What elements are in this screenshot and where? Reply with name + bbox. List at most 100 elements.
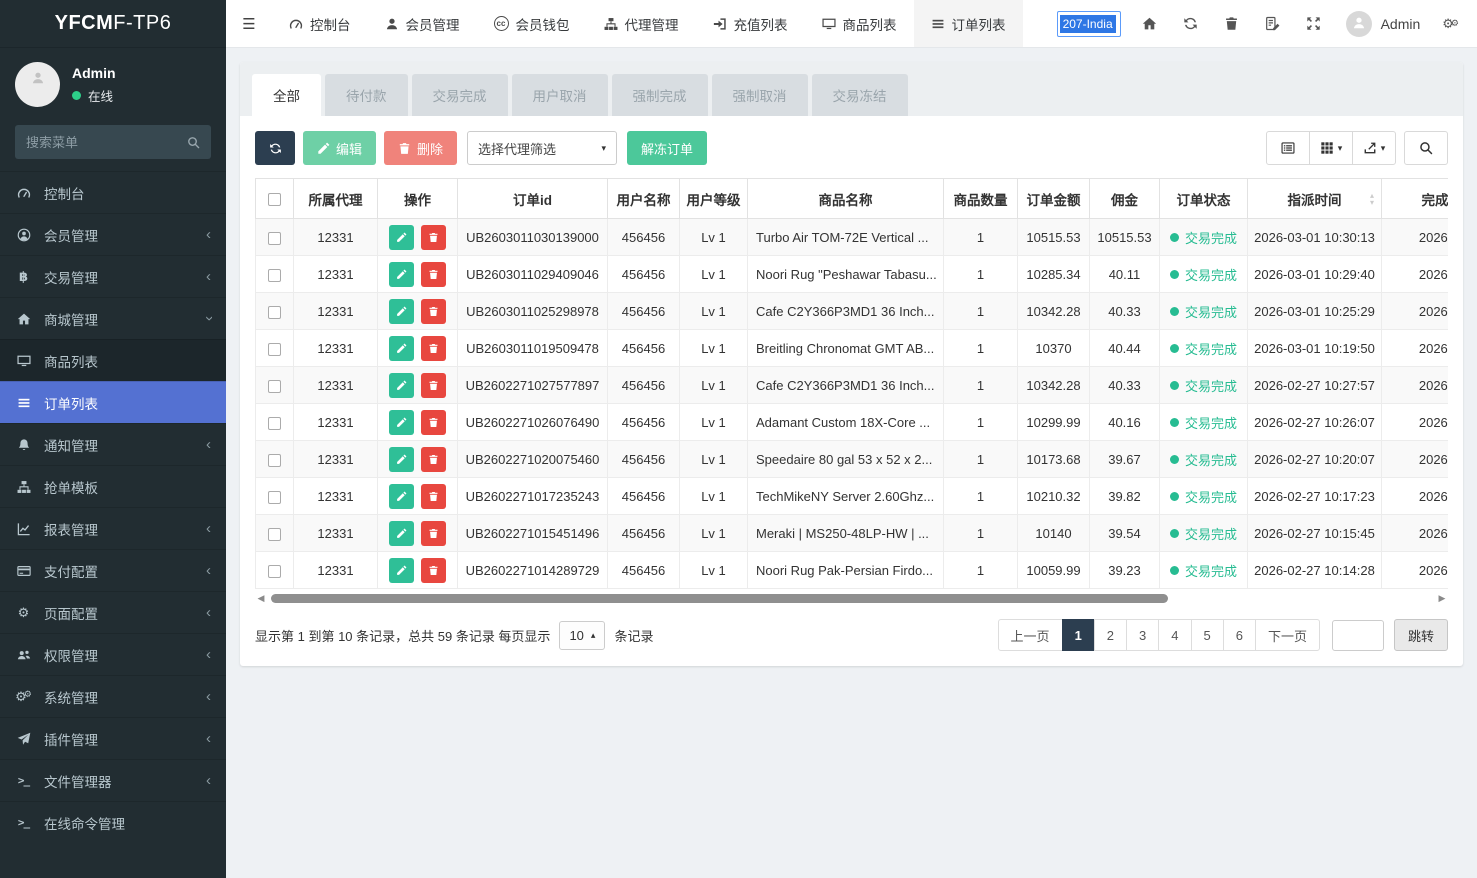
refresh-table-button[interactable]	[255, 131, 295, 165]
row-edit-button[interactable]	[389, 299, 414, 324]
tag-input[interactable]: 207-India	[1057, 11, 1121, 37]
row-checkbox[interactable]	[268, 491, 281, 504]
gears-icon-small: ⚙	[1451, 19, 1459, 28]
language-button[interactable]	[1252, 0, 1293, 47]
jump-page-input[interactable]	[1332, 620, 1384, 651]
row-checkbox[interactable]	[268, 232, 281, 245]
tab-frozen[interactable]: 交易冻结	[812, 74, 908, 116]
sidebar-item-product-list[interactable]: 商品列表	[0, 339, 226, 381]
hamburger-icon[interactable]: ☰	[226, 0, 272, 47]
page-button-1[interactable]: 1	[1062, 619, 1095, 651]
table-search-button[interactable]	[1404, 131, 1448, 165]
tab-user-cancel[interactable]: 用户取消	[512, 74, 608, 116]
page-next-button[interactable]: 下一页	[1255, 619, 1320, 651]
row-delete-button[interactable]	[421, 521, 446, 546]
row-delete-button[interactable]	[421, 225, 446, 250]
row-delete-button[interactable]	[421, 373, 446, 398]
sidebar-item-system[interactable]: ⚙⚙ 系统管理 ‹	[0, 675, 226, 717]
row-checkbox[interactable]	[268, 269, 281, 282]
row-edit-button[interactable]	[389, 336, 414, 361]
columns-button[interactable]: ▾	[1309, 131, 1353, 165]
topnav-item-member[interactable]: 会员管理	[368, 0, 477, 47]
tab-completed[interactable]: 交易完成	[412, 74, 508, 116]
sidebar-item-file-manager[interactable]: >_ 文件管理器 ‹	[0, 759, 226, 801]
sidebar-item-mall[interactable]: 商城管理 ‹	[0, 297, 226, 339]
row-edit-button[interactable]	[389, 373, 414, 398]
tab-force-complete[interactable]: 强制完成	[612, 74, 708, 116]
sidebar-item-grab-template[interactable]: 抢单模板	[0, 465, 226, 507]
row-delete-button[interactable]	[421, 558, 446, 583]
cell-actions	[378, 367, 458, 404]
agent-filter-select[interactable]: 选择代理筛选▾	[467, 131, 617, 165]
row-edit-button[interactable]	[389, 410, 414, 435]
detail-view-button[interactable]	[1266, 131, 1310, 165]
sidebar-item-dashboard[interactable]: 控制台	[0, 171, 226, 213]
row-delete-button[interactable]	[421, 410, 446, 435]
row-delete-button[interactable]	[421, 336, 446, 361]
tab-pending[interactable]: 待付款	[325, 74, 408, 116]
sidebar-item-online-command[interactable]: >_ 在线命令管理	[0, 801, 226, 843]
row-edit-button[interactable]	[389, 484, 414, 509]
row-edit-button[interactable]	[389, 262, 414, 287]
topnav-item-agent[interactable]: 代理管理	[587, 0, 696, 47]
row-checkbox[interactable]	[268, 454, 281, 467]
page-button-4[interactable]: 4	[1158, 619, 1191, 651]
refresh-button[interactable]	[1170, 0, 1211, 47]
unfreeze-order-button[interactable]: 解冻订单	[627, 131, 707, 165]
row-checkbox[interactable]	[268, 565, 281, 578]
settings-gears-button[interactable]: ⚙⚙	[1432, 0, 1477, 47]
topnav-item-product[interactable]: 商品列表	[805, 0, 914, 47]
export-button[interactable]: ▾	[1352, 131, 1396, 165]
row-checkbox[interactable]	[268, 343, 281, 356]
row-delete-button[interactable]	[421, 262, 446, 287]
edit-button[interactable]: 编辑	[303, 131, 376, 165]
row-delete-button[interactable]	[421, 299, 446, 324]
row-edit-button[interactable]	[389, 558, 414, 583]
scroll-left-arrow[interactable]: ◀	[255, 594, 267, 603]
page-button-5[interactable]: 5	[1191, 619, 1224, 651]
row-delete-button[interactable]	[421, 447, 446, 472]
admin-user-menu[interactable]: Admin	[1334, 0, 1433, 47]
sidebar-item-order-list[interactable]: 订单列表	[0, 381, 226, 423]
topnav-item-recharge[interactable]: 充值列表	[696, 0, 805, 47]
select-all-checkbox[interactable]	[268, 193, 281, 206]
page-button-6[interactable]: 6	[1223, 619, 1256, 651]
scrollbar-track[interactable]	[269, 594, 1434, 603]
topnav-item-dashboard[interactable]: 控制台	[272, 0, 368, 47]
jump-button[interactable]: 跳转	[1394, 619, 1448, 651]
fullscreen-button[interactable]	[1293, 0, 1334, 47]
sidebar-item-plugin[interactable]: 插件管理 ‹	[0, 717, 226, 759]
sidebar-item-notify[interactable]: 通知管理 ‹	[0, 423, 226, 465]
row-checkbox[interactable]	[268, 306, 281, 319]
tab-all[interactable]: 全部	[252, 74, 321, 116]
page-button-3[interactable]: 3	[1126, 619, 1159, 651]
page-size-select[interactable]: 10▴	[559, 621, 605, 650]
sidebar-item-page-config[interactable]: ⚙ 页面配置 ‹	[0, 591, 226, 633]
sidebar-item-permission[interactable]: 权限管理 ‹	[0, 633, 226, 675]
sidebar-item-report[interactable]: 报表管理 ‹	[0, 507, 226, 549]
page-button-2[interactable]: 2	[1094, 619, 1127, 651]
col-header-assign_time[interactable]: 指派时间▴▾	[1248, 179, 1382, 219]
row-delete-button[interactable]	[421, 484, 446, 509]
topnav-item-wallet[interactable]: cc 会员钱包	[477, 0, 587, 47]
row-checkbox[interactable]	[268, 528, 281, 541]
sidebar-item-trade[interactable]: ฿ 交易管理 ‹	[0, 255, 226, 297]
clear-cache-button[interactable]	[1211, 0, 1252, 47]
topnav-item-order[interactable]: 订单列表	[914, 0, 1023, 47]
delete-button[interactable]: 删除	[384, 131, 457, 165]
page-prev-button[interactable]: 上一页	[998, 619, 1063, 651]
scrollbar-thumb[interactable]	[271, 594, 1168, 603]
row-checkbox[interactable]	[268, 417, 281, 430]
row-edit-button[interactable]	[389, 521, 414, 546]
scroll-right-arrow[interactable]: ▶	[1436, 594, 1448, 603]
cell-qty: 1	[944, 552, 1018, 589]
tab-force-cancel[interactable]: 强制取消	[712, 74, 808, 116]
sidebar-item-member[interactable]: 会员管理 ‹	[0, 213, 226, 255]
row-edit-button[interactable]	[389, 225, 414, 250]
col-header-check[interactable]	[256, 179, 294, 219]
menu-search-input[interactable]	[26, 135, 187, 150]
row-checkbox[interactable]	[268, 380, 281, 393]
sidebar-item-pay-config[interactable]: 支付配置 ‹	[0, 549, 226, 591]
home-button[interactable]	[1129, 0, 1170, 47]
row-edit-button[interactable]	[389, 447, 414, 472]
